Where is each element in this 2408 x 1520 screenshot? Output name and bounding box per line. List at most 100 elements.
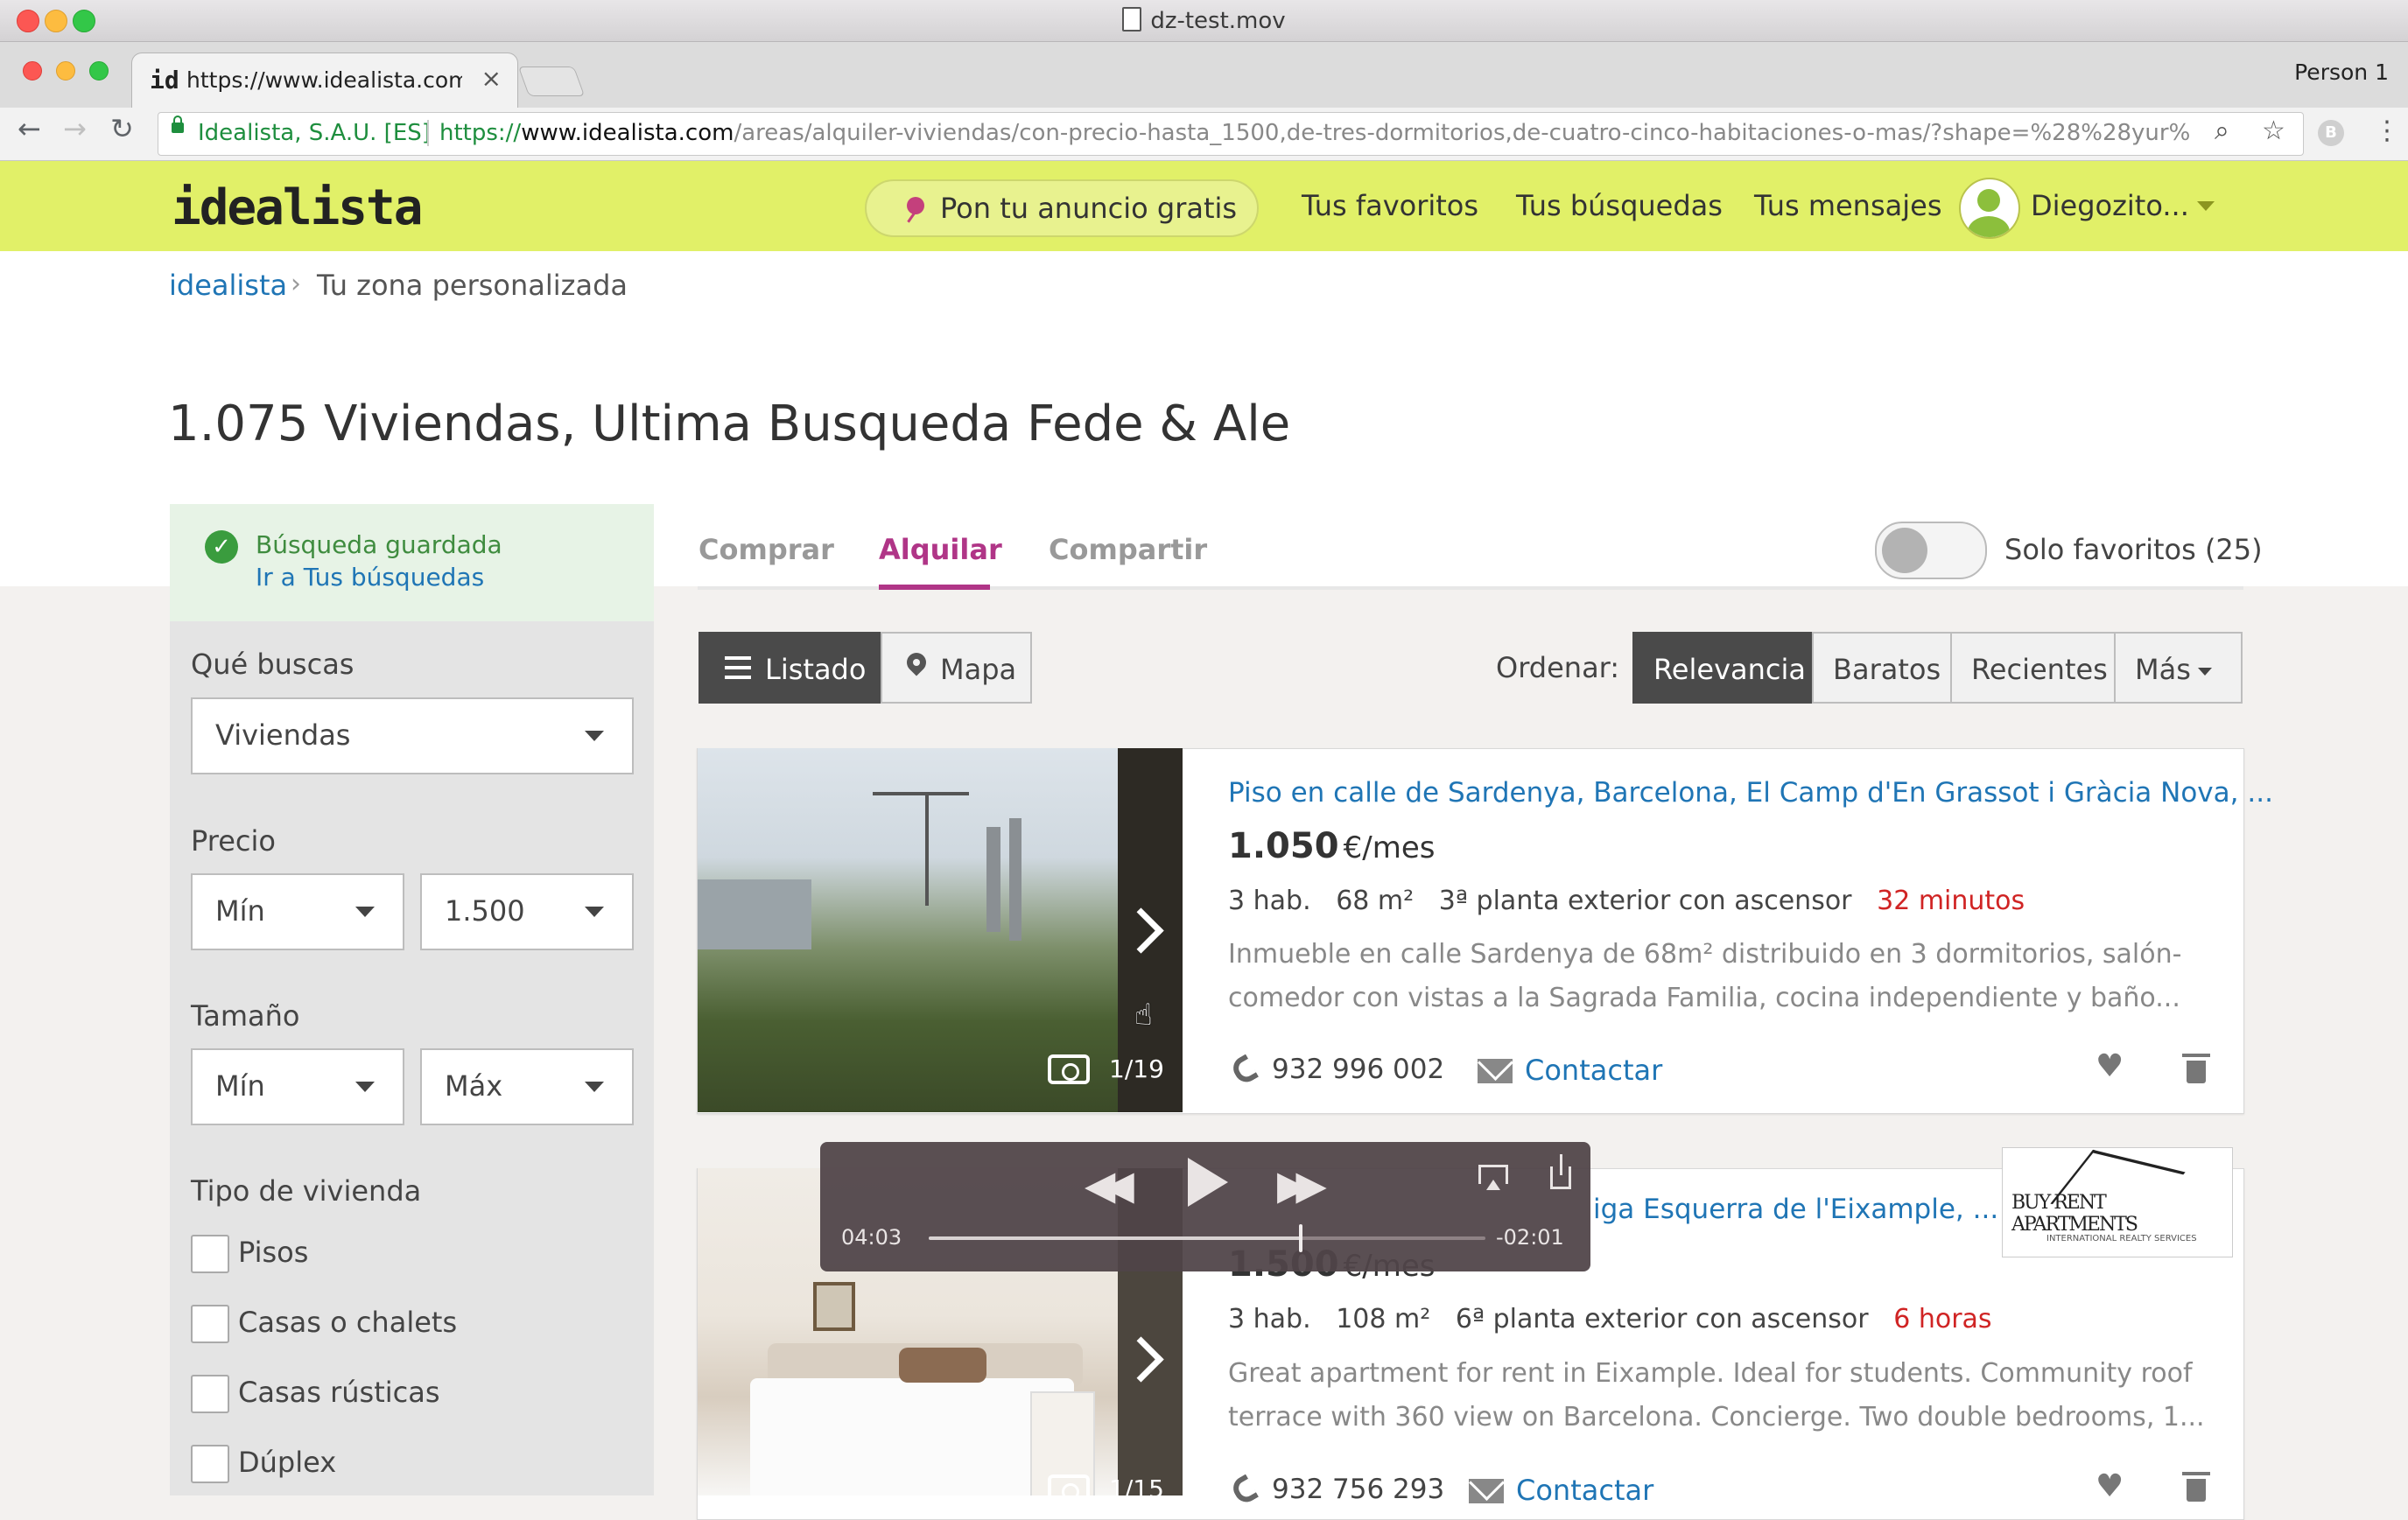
bookmark-star-icon[interactable]: ☆ xyxy=(2262,116,2285,146)
saved-search-label: Búsqueda guardada xyxy=(256,530,502,559)
elapsed-time: 04:03 xyxy=(841,1225,902,1250)
listing-floor: 3ª planta exterior con ascensor xyxy=(1438,886,1852,916)
active-tab-indicator xyxy=(879,585,990,590)
tamano-min-select[interactable]: Mín xyxy=(191,1048,404,1125)
tab-alquilar[interactable]: Alquilar xyxy=(879,533,1002,566)
map-view-button[interactable]: Mapa xyxy=(881,632,1032,704)
favorite-heart-icon[interactable]: ♥ xyxy=(2096,1048,2124,1084)
order-cheap-button[interactable]: Baratos xyxy=(1812,632,1952,704)
profile-button[interactable]: Person 1 xyxy=(2294,60,2389,85)
pin-icon xyxy=(907,197,924,214)
agency-logo[interactable]: BUY RENT APARTMENTS INTERNATIONAL REALTY… xyxy=(2002,1147,2233,1257)
contact-link[interactable]: Contactar xyxy=(1525,1054,1662,1087)
listing-size: 68 m² xyxy=(1336,886,1415,916)
order-cheap-label: Baratos xyxy=(1833,653,1941,686)
tab-compartir[interactable]: Compartir xyxy=(1049,533,1207,566)
listing-rooms: 3 hab. xyxy=(1228,886,1311,916)
mail-icon xyxy=(1469,1479,1504,1503)
new-tab-button[interactable] xyxy=(517,67,586,96)
browser-minimize-button[interactable] xyxy=(56,61,75,81)
que-buscas-select[interactable]: Viviendas xyxy=(191,697,634,774)
checkbox-duplex[interactable] xyxy=(191,1445,229,1483)
listing-phone[interactable]: 932 756 293 xyxy=(1272,1474,1444,1505)
trash-icon[interactable] xyxy=(2182,1054,2210,1083)
precio-min-value: Mín xyxy=(215,894,265,928)
zoom-icon[interactable]: ⌕ xyxy=(2215,116,2229,146)
contact-link[interactable]: Contactar xyxy=(1516,1474,1653,1507)
mail-icon xyxy=(1478,1059,1513,1083)
tipo-vivienda-label: Tipo de vivienda xyxy=(191,1174,422,1208)
photo-count: 1/19 xyxy=(1109,1054,1164,1083)
browser-zoom-button[interactable] xyxy=(89,61,109,81)
order-relevance-label: Relevancia xyxy=(1653,653,1806,686)
listing-description[interactable]: Inmueble en calle Sardenya de 68m² distr… xyxy=(1228,933,2217,1020)
agency-name: BUY RENT APARTMENTS xyxy=(2011,1192,2138,1236)
share-icon[interactable] xyxy=(1550,1154,1571,1189)
listing-price: 1.050 xyxy=(1228,826,1339,866)
chevron-down-icon xyxy=(585,731,604,741)
checkbox-casas-chalets[interactable] xyxy=(191,1305,229,1343)
only-favorites-toggle[interactable] xyxy=(1875,522,1987,579)
scrubber-track[interactable] xyxy=(929,1224,1485,1252)
order-relevance-button[interactable]: Relevancia xyxy=(1632,632,1814,704)
tamano-label: Tamaño xyxy=(191,999,300,1033)
address-divider xyxy=(427,120,429,146)
user-menu[interactable]: Diegozito... xyxy=(2031,189,2189,222)
listing-description[interactable]: Great apartment for rent in Eixample. Id… xyxy=(1228,1352,2217,1439)
nav-searches[interactable]: Tus búsquedas xyxy=(1516,189,1723,222)
order-more-button[interactable]: Más xyxy=(2114,632,2243,704)
caret-down-icon xyxy=(2197,667,2212,676)
trash-icon[interactable] xyxy=(2182,1472,2210,1502)
rewind-icon[interactable]: ◀◀ xyxy=(1085,1161,1134,1208)
back-icon[interactable]: ← xyxy=(18,112,41,145)
post-ad-button[interactable]: Pon tu anuncio gratis xyxy=(865,179,1259,237)
precio-max-select[interactable]: 1.500 xyxy=(420,873,634,950)
favorite-heart-icon[interactable]: ♥ xyxy=(2096,1468,2124,1504)
checkbox-label: Dúplex xyxy=(238,1446,337,1479)
breadcrumb-home[interactable]: idealista xyxy=(169,269,287,302)
map-pin-icon xyxy=(902,648,930,676)
post-ad-label: Pon tu anuncio gratis xyxy=(940,192,1238,225)
scrubber-handle[interactable] xyxy=(1299,1224,1303,1252)
checkbox-pisos[interactable] xyxy=(191,1235,229,1273)
listing-title[interactable]: Piso en calle de Sardenya, Barcelona, El… xyxy=(1228,777,2273,809)
chrome-menu-icon[interactable]: ⋮ xyxy=(2374,116,2400,146)
site-identity[interactable]: Idealista, S.A.U. [ES] xyxy=(198,120,431,146)
listing-time: 32 minutos xyxy=(1877,886,2025,916)
que-buscas-label: Qué buscas xyxy=(191,648,355,681)
document-icon xyxy=(1122,7,1142,32)
nav-messages[interactable]: Tus mensajes xyxy=(1754,189,1941,222)
reload-icon[interactable]: ↻ xyxy=(110,112,134,145)
go-to-searches-link[interactable]: Ir a Tus búsquedas xyxy=(256,563,484,592)
chevron-down-icon[interactable] xyxy=(2197,201,2215,211)
list-view-button[interactable]: Listado xyxy=(699,632,882,704)
fast-forward-icon[interactable]: ▶▶ xyxy=(1277,1161,1327,1208)
url-scheme: https:// xyxy=(439,120,522,146)
listing-size: 108 m² xyxy=(1336,1304,1431,1334)
order-recent-button[interactable]: Recientes xyxy=(1950,632,2116,704)
idealista-logo[interactable]: idealista xyxy=(172,179,423,236)
listing-time: 6 horas xyxy=(1893,1304,1992,1334)
airplay-icon[interactable] xyxy=(1478,1165,1508,1190)
listing-photo[interactable]: 1/19 xyxy=(698,748,1183,1112)
checkbox-label: Casas o chalets xyxy=(238,1306,458,1339)
precio-min-select[interactable]: Mín xyxy=(191,873,404,950)
listing-title[interactable]: iga Esquerra de l'Eixample, ... xyxy=(1593,1194,1998,1225)
browser-tab[interactable]: id https://www.idealista.com/areas/alqui… xyxy=(131,53,518,109)
url-text[interactable]: https://www.idealista.com/areas/alquiler… xyxy=(439,120,2190,146)
checkbox-casas-rusticas[interactable] xyxy=(191,1375,229,1413)
avatar[interactable] xyxy=(1959,178,2020,239)
nav-favorites[interactable]: Tus favoritos xyxy=(1302,189,1478,222)
browser-close-button[interactable] xyxy=(23,61,42,81)
listing-details: 3 hab. 68 m² 3ª planta exterior con asce… xyxy=(1228,886,2025,916)
tab-comprar[interactable]: Comprar xyxy=(699,533,834,566)
extension-icon[interactable]: B xyxy=(2318,120,2344,146)
que-buscas-value: Viviendas xyxy=(215,718,351,752)
play-icon[interactable] xyxy=(1188,1158,1228,1207)
tamano-max-select[interactable]: Máx xyxy=(420,1048,634,1125)
listing-phone[interactable]: 932 996 002 xyxy=(1272,1054,1444,1085)
order-more-label: Más xyxy=(2135,653,2191,686)
tab-close-icon[interactable]: × xyxy=(481,64,502,93)
forward-icon[interactable]: → xyxy=(63,112,87,145)
video-player-controls[interactable]: ◀◀ ▶▶ 04:03 -02:01 xyxy=(820,1142,1590,1271)
